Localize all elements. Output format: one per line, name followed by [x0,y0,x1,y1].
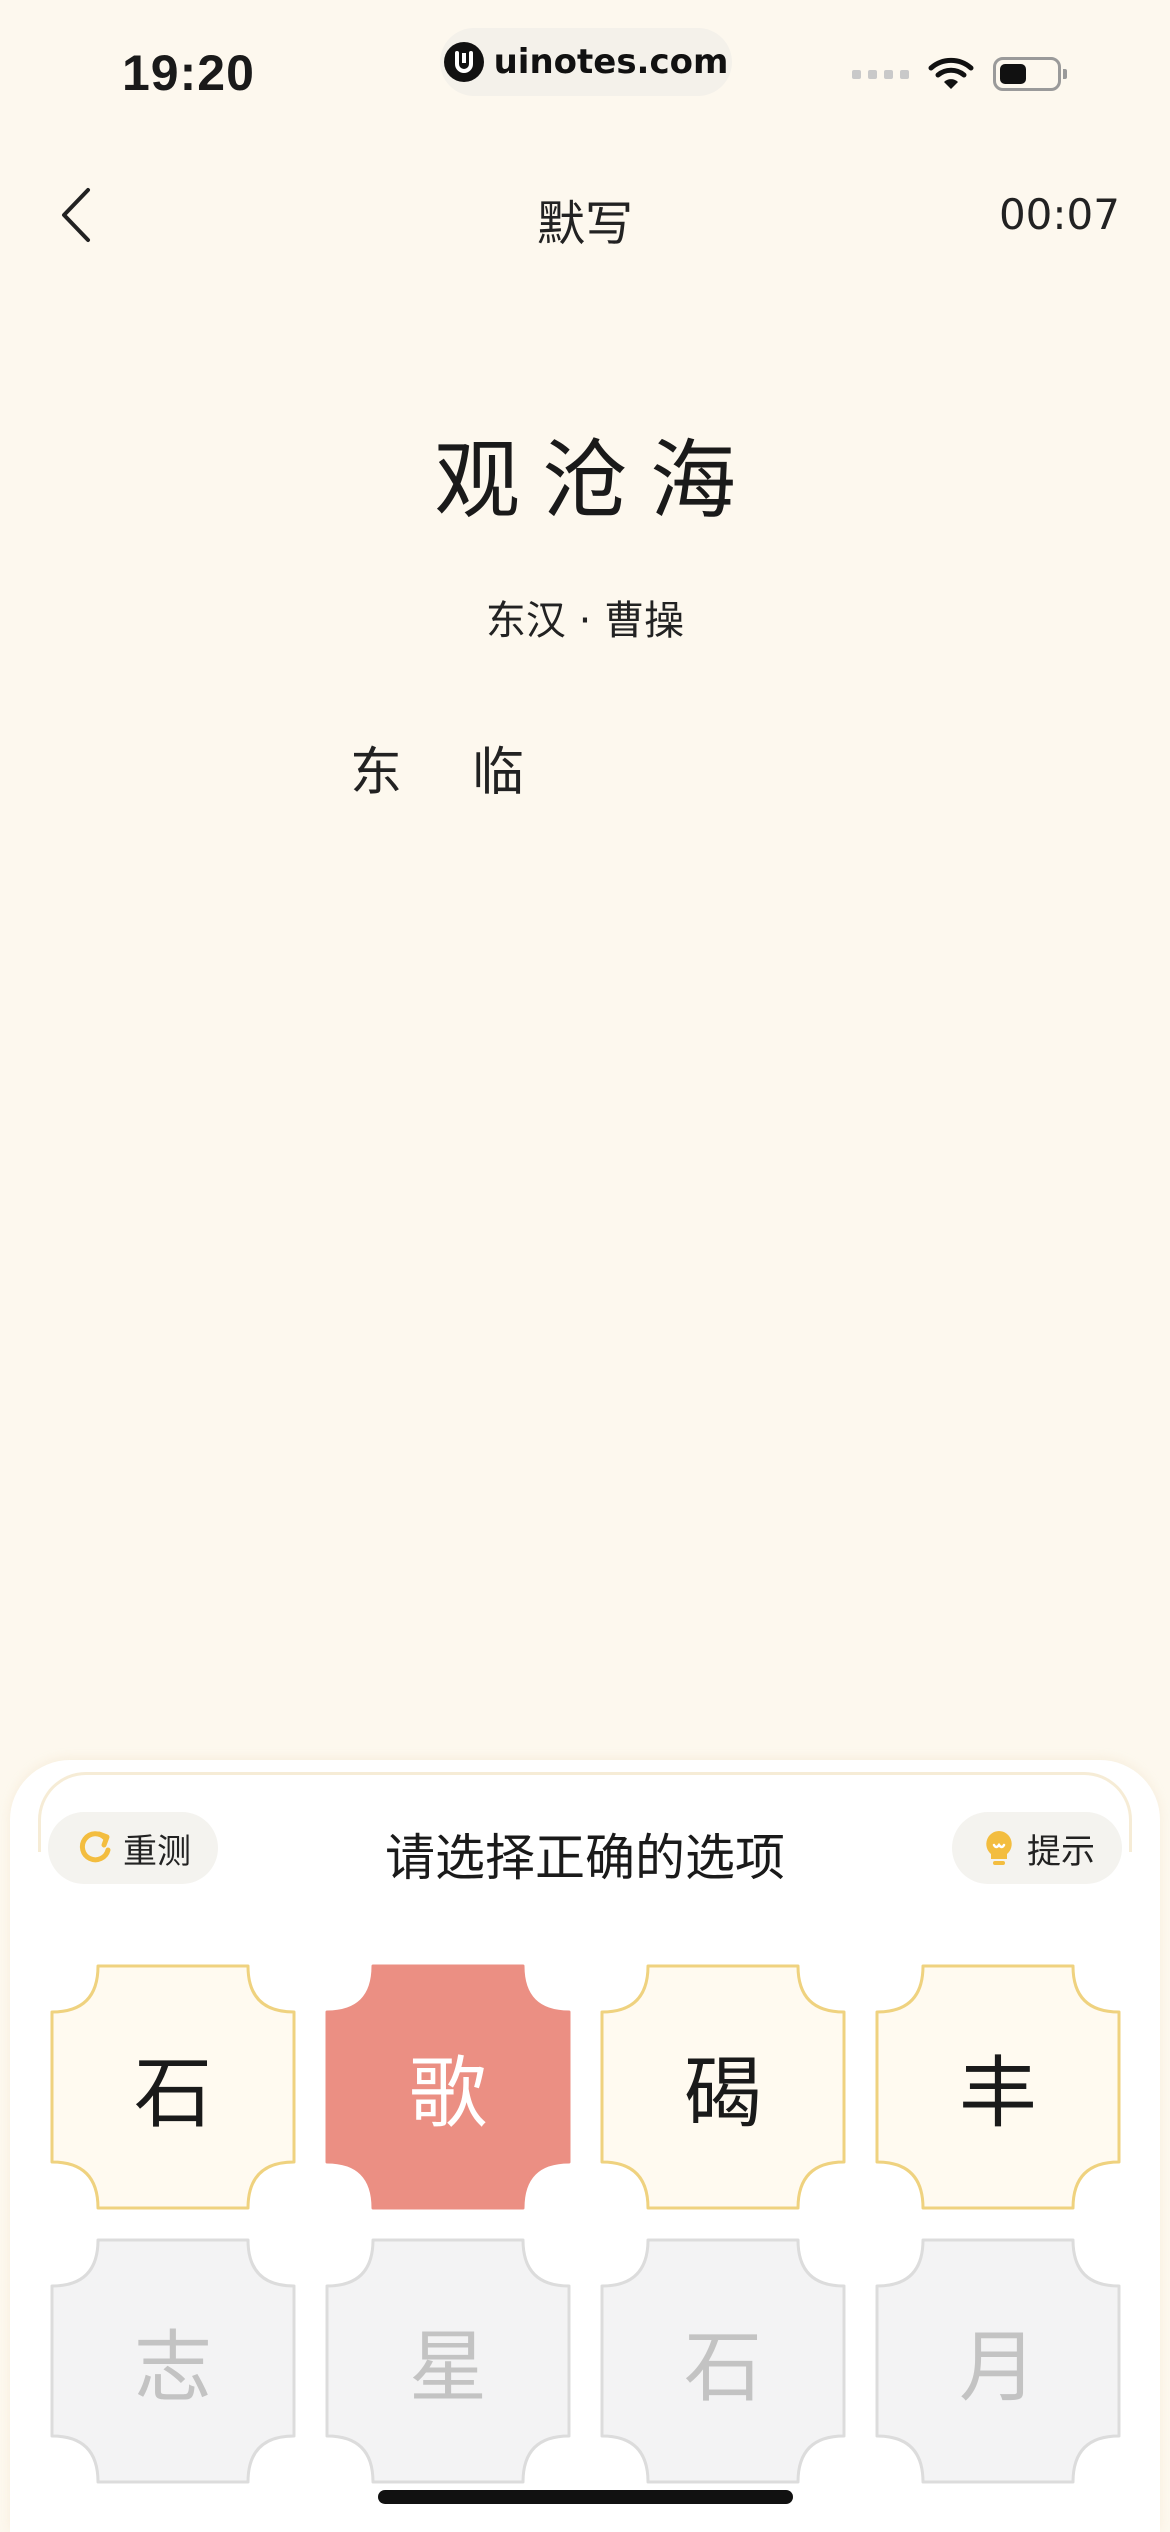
option-char: 石 [683,2323,762,2413]
option-tile-disabled: 星 [323,2236,573,2486]
option-tile-disabled: 志 [48,2236,298,2486]
dictation-page: 19:20 uinotes.com 默写 00:07 观沧海 东汉 · 曹操 东… [0,0,1170,2532]
url-text: uinotes.com [493,42,729,82]
option-char: 石 [133,2049,212,2139]
answer-char: 临 [472,743,525,803]
status-time: 19:20 [122,45,255,101]
battery-icon [993,57,1067,91]
poem-title: 观沧海 [434,431,758,531]
hint-label: 提示 [1027,1831,1095,1872]
option-char: 星 [408,2323,487,2413]
option-tile[interactable]: 丰 [873,1962,1123,2212]
option-char: 歌 [408,2049,487,2139]
option-tile-disabled: 月 [873,2236,1123,2486]
cellular-signal-icon [852,69,909,79]
option-char: 志 [133,2323,212,2413]
elapsed-timer: 00:07 [998,190,1120,239]
option-tile-selected[interactable]: 歌 [323,1962,573,2212]
option-char: 丰 [958,2049,1037,2139]
hint-button[interactable]: 提示 [952,1812,1122,1884]
option-char: 月 [958,2323,1037,2413]
option-tile[interactable]: 石 [48,1962,298,2212]
url-pill[interactable]: uinotes.com [440,28,732,96]
wifi-icon [928,57,974,89]
site-logo-icon [443,42,484,82]
option-tile-disabled: 石 [598,2236,848,2486]
home-indicator [378,2490,793,2504]
poem-author: 东汉 · 曹操 [485,598,685,644]
poem-answer-line: 东 临 [350,730,524,805]
answer-char: 东 [350,743,403,803]
option-char: 碣 [683,2049,762,2139]
status-icons [852,56,1067,92]
option-tile[interactable]: 碣 [598,1962,848,2212]
page-title: 默写 [536,196,633,252]
lightbulb-icon [986,1831,1012,1865]
